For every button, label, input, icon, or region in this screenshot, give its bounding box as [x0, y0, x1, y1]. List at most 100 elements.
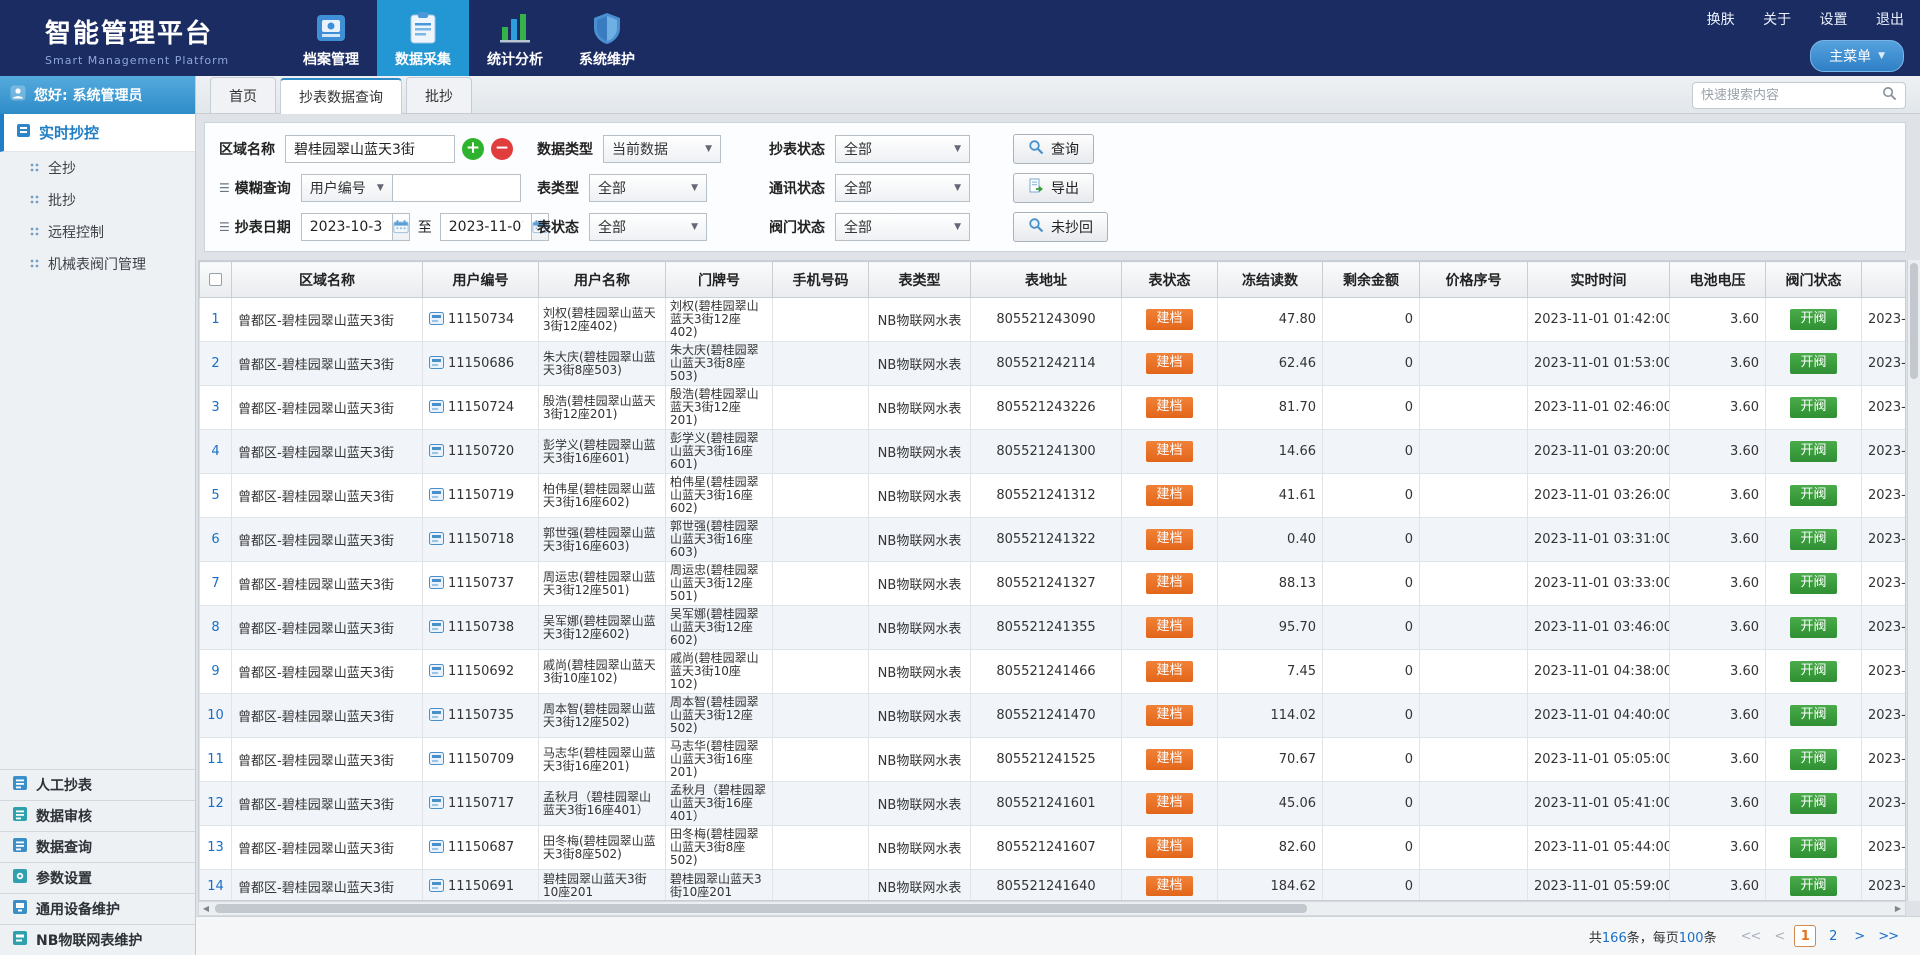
- column-header-10[interactable]: 价格序号: [1420, 262, 1528, 298]
- skin-link[interactable]: 换肤: [1707, 12, 1735, 28]
- table-row[interactable]: 8曾都区-碧桂园翠山蓝天3街11150738吴军娜(碧桂园翠山蓝天3街12座60…: [200, 606, 1907, 650]
- sidebar-item-general-device-maintenance[interactable]: 通用设备维护: [0, 893, 195, 924]
- table-row[interactable]: 6曾都区-碧桂园翠山蓝天3街11150718郭世强(碧桂园翠山蓝天3街16座60…: [200, 518, 1907, 562]
- fuzzy-field-select[interactable]: 用户编号▼: [301, 174, 393, 202]
- column-header-4[interactable]: 手机号码: [773, 262, 869, 298]
- horizontal-scrollbar[interactable]: ◀ ▶: [198, 901, 1906, 916]
- date-to-word: 至: [418, 217, 432, 237]
- comm-status-select[interactable]: 全部▼: [835, 174, 970, 202]
- logout-link[interactable]: 退出: [1876, 12, 1904, 28]
- dots-icon: [30, 160, 39, 176]
- add-area-button[interactable]: +: [462, 138, 484, 160]
- sidebar-item-batch-read[interactable]: 批抄: [0, 184, 195, 216]
- data-type-select[interactable]: 当前数据▼: [603, 135, 721, 163]
- select-all-checkbox[interactable]: [209, 273, 222, 286]
- nav-item-archive[interactable]: 档案管理: [285, 0, 377, 76]
- table-row[interactable]: 4曾都区-碧桂园翠山蓝天3街11150720彭学义(碧桂园翠山蓝天3街16座60…: [200, 430, 1907, 474]
- column-header-8[interactable]: 冻结读数: [1218, 262, 1323, 298]
- nav-item-maintenance[interactable]: 系统维护: [561, 0, 653, 76]
- sidebar-item-parameter-settings[interactable]: 参数设置: [0, 862, 195, 893]
- tab-meter-data-query[interactable]: 抄表数据查询: [280, 78, 402, 114]
- export-button[interactable]: 导出: [1013, 173, 1094, 203]
- tab-home[interactable]: 首页: [210, 77, 276, 113]
- column-header-7[interactable]: 表状态: [1122, 262, 1218, 298]
- table-row[interactable]: 1曾都区-碧桂园翠山蓝天3街11150734刘权(碧桂园翠山蓝天3街12座402…: [200, 298, 1907, 342]
- device-icon: [12, 899, 28, 919]
- table-row[interactable]: 9曾都区-碧桂园翠山蓝天3街11150692戚尚(碧桂园翠山蓝天3街10座102…: [200, 650, 1907, 694]
- search-icon[interactable]: [1882, 86, 1897, 105]
- page-1-button[interactable]: 1: [1794, 925, 1816, 947]
- column-header-2[interactable]: 用户名称: [539, 262, 666, 298]
- vertical-scrollbar-thumb[interactable]: [1910, 263, 1918, 379]
- remove-area-button[interactable]: −: [491, 138, 513, 160]
- prev-page-button[interactable]: <: [1770, 927, 1788, 946]
- table-row[interactable]: 7曾都区-碧桂园翠山蓝天3街11150737周运忠(碧桂园翠山蓝天3街12座50…: [200, 562, 1907, 606]
- table-row[interactable]: 12曾都区-碧桂园翠山蓝天3街11150717孟秋月（碧桂园翠山蓝天3街16座4…: [200, 782, 1907, 826]
- sidebar-item-nb-meter-maintenance[interactable]: NB物联网表维护: [0, 924, 195, 955]
- query-button[interactable]: 查询: [1013, 134, 1094, 164]
- vertical-scrollbar[interactable]: [1907, 260, 1920, 901]
- column-header-14[interactable]: 抄: [1862, 262, 1907, 298]
- date-to-input[interactable]: [440, 213, 532, 241]
- column-header-3[interactable]: 门牌号: [666, 262, 773, 298]
- about-link[interactable]: 关于: [1763, 12, 1791, 28]
- first-page-button[interactable]: <<: [1737, 927, 1765, 946]
- meter-icon: [429, 312, 444, 325]
- main-menu-button[interactable]: 主菜单 ▼: [1810, 40, 1904, 72]
- fuzzy-query-input[interactable]: [393, 174, 521, 202]
- sidebar-item-data-audit[interactable]: 数据审核: [0, 800, 195, 831]
- sidebar-item-data-query[interactable]: 数据查询: [0, 831, 195, 862]
- column-header-6[interactable]: 表地址: [971, 262, 1122, 298]
- sidebar-item-realtime-reading[interactable]: 实时抄控: [0, 114, 195, 152]
- tab-batch-read[interactable]: 批抄: [406, 77, 472, 113]
- sidebar-item-mechanical-valve[interactable]: 机械表阀门管理: [0, 248, 195, 280]
- valve-status-select[interactable]: 全部▼: [835, 213, 970, 241]
- cell-read-time: 2023-: [1862, 386, 1907, 430]
- area-name-input[interactable]: [285, 135, 455, 163]
- column-header-9[interactable]: 剩余金额: [1323, 262, 1420, 298]
- cell-user-name: 朱大庆(碧桂园翠山蓝天3街8座503): [539, 342, 666, 386]
- dots-icon: [30, 192, 39, 208]
- settings-link[interactable]: 设置: [1820, 12, 1848, 28]
- column-header-5[interactable]: 表类型: [869, 262, 971, 298]
- sidebar-item-manual-reading[interactable]: 人工抄表: [0, 769, 195, 800]
- column-header-0[interactable]: 区域名称: [232, 262, 423, 298]
- table-row[interactable]: 11曾都区-碧桂园翠山蓝天3街11150709马志华(碧桂园翠山蓝天3街16座2…: [200, 738, 1907, 782]
- calendar-icon[interactable]: [393, 213, 410, 241]
- cell-valve-status: 开阀: [1766, 694, 1862, 738]
- table-row[interactable]: 13曾都区-碧桂园翠山蓝天3街11150687田冬梅(碧桂园翠山蓝天3街8座50…: [200, 826, 1907, 870]
- meter-status-select[interactable]: 全部▼: [589, 213, 707, 241]
- last-page-button[interactable]: >>: [1874, 927, 1902, 946]
- nav-item-statistics[interactable]: 统计分析: [469, 0, 561, 76]
- table-row[interactable]: 2曾都区-碧桂园翠山蓝天3街11150686朱大庆(碧桂园翠山蓝天3街8座503…: [200, 342, 1907, 386]
- scroll-left-arrow-icon[interactable]: ◀: [199, 902, 213, 915]
- meter-type-select[interactable]: 全部▼: [589, 174, 707, 202]
- chevron-down-icon: ▼: [1878, 51, 1885, 61]
- column-header-11[interactable]: 实时时间: [1528, 262, 1670, 298]
- list-icon: [12, 837, 28, 857]
- table-row[interactable]: 3曾都区-碧桂园翠山蓝天3街11150724殷浩(碧桂园翠山蓝天3街12座201…: [200, 386, 1907, 430]
- page-2-button[interactable]: 2: [1822, 925, 1844, 947]
- column-header-12[interactable]: 电池电压: [1670, 262, 1766, 298]
- read-status-select[interactable]: 全部▼: [835, 135, 970, 163]
- comm-status-value: 全部: [844, 178, 872, 198]
- nav-item-data-collection[interactable]: 数据采集: [377, 0, 469, 76]
- table-row[interactable]: 10曾都区-碧桂园翠山蓝天3街11150735周本智(碧桂园翠山蓝天3街12座5…: [200, 694, 1907, 738]
- horizontal-scrollbar-thumb[interactable]: [215, 904, 1307, 913]
- table-row[interactable]: 14曾都区-碧桂园翠山蓝天3街11150691碧桂园翠山蓝天3街10座201碧桂…: [200, 870, 1907, 902]
- next-page-button[interactable]: >: [1850, 927, 1868, 946]
- sidebar-item-read-all[interactable]: 全抄: [0, 152, 195, 184]
- valve-badge: 开阀: [1790, 485, 1836, 506]
- cell-area-name: 曾都区-碧桂园翠山蓝天3街: [232, 518, 423, 562]
- quick-search-input[interactable]: [1701, 88, 1882, 103]
- cell-meter-type: NB物联网水表: [869, 474, 971, 518]
- cell-user-name: 殷浩(碧桂园翠山蓝天3街12座201): [539, 386, 666, 430]
- column-header-13[interactable]: 阀门状态: [1766, 262, 1862, 298]
- unread-button[interactable]: 未抄回: [1013, 212, 1108, 242]
- table-row[interactable]: 5曾都区-碧桂园翠山蓝天3街11150719柏伟星(碧桂园翠山蓝天3街16座60…: [200, 474, 1907, 518]
- sidebar-item-remote-control[interactable]: 远程控制: [0, 216, 195, 248]
- column-header-1[interactable]: 用户编号: [423, 262, 539, 298]
- date-from-input[interactable]: [301, 213, 393, 241]
- scroll-right-arrow-icon[interactable]: ▶: [1891, 902, 1905, 915]
- magnifier-icon: [1028, 139, 1044, 159]
